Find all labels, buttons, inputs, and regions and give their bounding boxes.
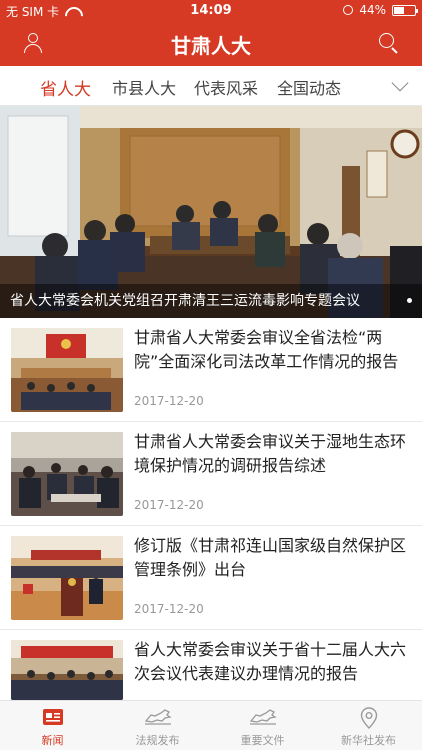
category-tabs: 省人大 市县人大 代表风采 全国动态 xyxy=(0,66,422,106)
rotation-lock-icon xyxy=(343,5,354,15)
tabbar-label: 新华社发布 xyxy=(341,734,396,747)
news-title: 甘肃省人大常委会审议关于湿地生态环境保护情况的调研报告综述 xyxy=(134,432,407,475)
tabbar-item-regulations[interactable]: 法规发布 xyxy=(105,701,210,750)
news-thumbnail xyxy=(11,640,123,700)
horse-icon xyxy=(144,709,172,725)
news-thumbnail xyxy=(11,328,123,412)
tab-city-county-npc[interactable]: 市县人大 xyxy=(112,75,176,99)
news-thumbnail xyxy=(11,432,123,516)
news-date: 2017-12-20 xyxy=(134,394,204,408)
status-bar: 无 SIM 卡 14:09 44% xyxy=(0,0,422,22)
tabbar-item-news[interactable]: 新闻 xyxy=(0,701,105,750)
tab-national-news[interactable]: 全国动态 xyxy=(277,75,341,99)
battery-icon xyxy=(392,4,418,16)
chevron-down-icon[interactable] xyxy=(390,75,410,95)
news-thumbnail xyxy=(11,536,123,620)
battery-percent: 44% xyxy=(359,3,386,17)
list-item[interactable]: 省人大常委会审议关于省十二届人大六次会议代表建议办理情况的报告 xyxy=(0,630,422,700)
news-title: 修订版《甘肃祁连山国家级自然保护区管理条例》出台 xyxy=(134,536,407,579)
nav-bar: 甘肃人大 xyxy=(0,22,422,66)
list-item[interactable]: 甘肃省人大常委会审议关于湿地生态环境保护情况的调研报告综述 2017-12-20 xyxy=(0,422,422,526)
list-item[interactable]: 甘肃省人大常委会审议全省法检“两院”全面深化司法改革工作情况的报告 2017-1… xyxy=(0,318,422,422)
tabbar-label: 重要文件 xyxy=(240,734,285,747)
tabbar-item-documents[interactable]: 重要文件 xyxy=(210,701,315,750)
app-header: 无 SIM 卡 14:09 44% 甘肃人大 xyxy=(0,0,422,66)
tab-provincial-npc[interactable]: 省人大 xyxy=(40,75,91,100)
tabbar-label: 法规发布 xyxy=(135,734,180,747)
news-title: 省人大常委会审议关于省十二届人大六次会议代表建议办理情况的报告 xyxy=(134,640,407,683)
horse-icon xyxy=(249,709,277,725)
tabbar-item-xinhua[interactable]: 新华社发布 xyxy=(315,701,422,750)
hero-caption: 省人大常委会机关党组召开肃清王三运流毒影响专题会议 xyxy=(10,293,360,309)
news-date: 2017-12-20 xyxy=(134,498,204,512)
location-pin-icon xyxy=(360,707,377,729)
search-icon[interactable] xyxy=(378,32,400,54)
news-date: 2017-12-20 xyxy=(134,602,204,616)
tab-deputies[interactable]: 代表风采 xyxy=(194,75,258,99)
carousel-indicator xyxy=(407,298,412,303)
tabbar-label: 新闻 xyxy=(41,734,64,747)
list-item[interactable]: 修订版《甘肃祁连山国家级自然保护区管理条例》出台 2017-12-20 xyxy=(0,526,422,630)
page-title: 甘肃人大 xyxy=(171,34,251,58)
newspaper-icon xyxy=(42,709,63,725)
hero-banner[interactable]: 省人大常委会机关党组召开肃清王三运流毒影响专题会议 xyxy=(0,106,422,318)
bottom-tab-bar: 新闻 法规发布 重要文件 新华社发布 xyxy=(0,700,422,750)
news-title: 甘肃省人大常委会审议全省法检“两院”全面深化司法改革工作情况的报告 xyxy=(134,328,399,371)
